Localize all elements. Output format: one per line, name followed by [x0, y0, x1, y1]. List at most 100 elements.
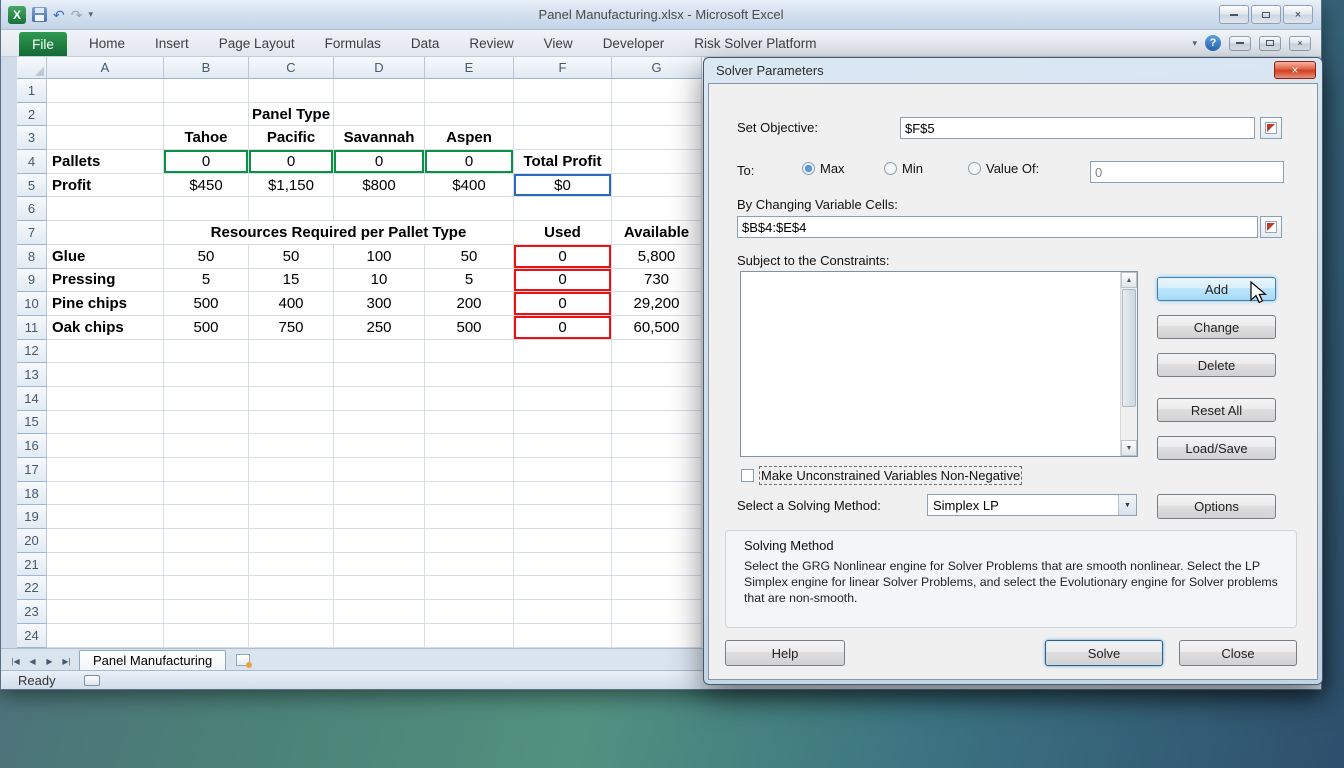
- cell-D19[interactable]: [334, 505, 425, 529]
- cell-G13[interactable]: [612, 363, 702, 387]
- objective-range-selector-icon[interactable]: [1260, 117, 1282, 139]
- value-of-input[interactable]: [1090, 161, 1284, 183]
- cell-A16[interactable]: [47, 434, 164, 458]
- cell-E8[interactable]: 50: [425, 245, 514, 269]
- cell-B2[interactable]: [164, 103, 249, 127]
- cell-A24[interactable]: [47, 624, 164, 648]
- row-header-11[interactable]: 11: [17, 316, 47, 340]
- cell-C5[interactable]: $1,150: [249, 174, 334, 198]
- scroll-thumb[interactable]: [1122, 289, 1136, 407]
- cell-B15[interactable]: [164, 411, 249, 435]
- cell-D10[interactable]: 300: [334, 292, 425, 316]
- cell-G20[interactable]: [612, 529, 702, 553]
- cell-F8[interactable]: 0: [514, 245, 612, 269]
- cell-A9[interactable]: Pressing: [47, 269, 164, 293]
- value-of-radio[interactable]: Value Of:: [968, 161, 1039, 176]
- cell-F18[interactable]: [514, 482, 612, 506]
- changing-cells-range-selector-icon[interactable]: [1260, 216, 1282, 238]
- delete-button[interactable]: Delete: [1157, 353, 1276, 377]
- cell-C14[interactable]: [249, 387, 334, 411]
- cell-C15[interactable]: [249, 411, 334, 435]
- cell-D8[interactable]: 100: [334, 245, 425, 269]
- cell-D2[interactable]: [334, 103, 425, 127]
- cell-G7[interactable]: Available: [612, 221, 702, 245]
- min-radio[interactable]: Min: [884, 161, 923, 176]
- cell-C9[interactable]: 15: [249, 269, 334, 293]
- cell-B10[interactable]: 500: [164, 292, 249, 316]
- cell-E23[interactable]: [425, 600, 514, 624]
- cell-A8[interactable]: Glue: [47, 245, 164, 269]
- cell-F15[interactable]: [514, 411, 612, 435]
- cell-G9[interactable]: 730: [612, 269, 702, 293]
- cell-F14[interactable]: [514, 387, 612, 411]
- ribbon-tab-view[interactable]: View: [544, 36, 573, 51]
- cell-A7[interactable]: [47, 221, 164, 245]
- cell-F4[interactable]: Total Profit: [514, 150, 612, 174]
- cell-F23[interactable]: [514, 600, 612, 624]
- cell-E5[interactable]: $400: [425, 174, 514, 198]
- cell-E13[interactable]: [425, 363, 514, 387]
- row-header-2[interactable]: 2: [17, 103, 47, 127]
- row-header-22[interactable]: 22: [17, 576, 47, 600]
- constraints-scrollbar[interactable]: ▲ ▼: [1120, 272, 1137, 456]
- objective-input[interactable]: [900, 117, 1255, 139]
- change-button[interactable]: Change: [1157, 315, 1276, 339]
- cell-G23[interactable]: [612, 600, 702, 624]
- ribbon-tab-formulas[interactable]: Formulas: [325, 36, 381, 51]
- cell-F20[interactable]: [514, 529, 612, 553]
- cell-G1[interactable]: [612, 79, 702, 103]
- cell-G2[interactable]: [612, 103, 702, 127]
- row-header-14[interactable]: 14: [17, 387, 47, 411]
- cell-C13[interactable]: [249, 363, 334, 387]
- cell-G8[interactable]: 5,800: [612, 245, 702, 269]
- column-header-A[interactable]: A: [47, 57, 164, 79]
- cell-F13[interactable]: [514, 363, 612, 387]
- cell-A6[interactable]: [47, 197, 164, 221]
- row-header-3[interactable]: 3: [17, 126, 47, 150]
- cell-G11[interactable]: 60,500: [612, 316, 702, 340]
- cell-E19[interactable]: [425, 505, 514, 529]
- cell-C19[interactable]: [249, 505, 334, 529]
- cell-D20[interactable]: [334, 529, 425, 553]
- cell-C11[interactable]: 750: [249, 316, 334, 340]
- redo-icon[interactable]: ↷: [71, 8, 83, 22]
- cell-F17[interactable]: [514, 458, 612, 482]
- cell-B24[interactable]: [164, 624, 249, 648]
- row-header-7[interactable]: 7: [17, 221, 47, 245]
- column-header-G[interactable]: G: [612, 57, 702, 79]
- cell-D11[interactable]: 250: [334, 316, 425, 340]
- load-save-button[interactable]: Load/Save: [1157, 436, 1276, 460]
- cell-D18[interactable]: [334, 482, 425, 506]
- cell-D5[interactable]: $800: [334, 174, 425, 198]
- cell-E10[interactable]: 200: [425, 292, 514, 316]
- cell-E15[interactable]: [425, 411, 514, 435]
- workbook-minimize-button[interactable]: [1229, 36, 1251, 51]
- cell-B12[interactable]: [164, 340, 249, 364]
- qat-dropdown-icon[interactable]: ▾: [88, 10, 93, 19]
- cell-C6[interactable]: [249, 197, 334, 221]
- cell-D21[interactable]: [334, 553, 425, 577]
- cell-F19[interactable]: [514, 505, 612, 529]
- undo-icon[interactable]: ↶: [53, 8, 65, 22]
- cell-F21[interactable]: [514, 553, 612, 577]
- cell-A10[interactable]: Pine chips: [47, 292, 164, 316]
- cell-E12[interactable]: [425, 340, 514, 364]
- cell-E9[interactable]: 5: [425, 269, 514, 293]
- cell-B1[interactable]: [164, 79, 249, 103]
- scroll-down-icon[interactable]: ▼: [1121, 440, 1137, 456]
- cell-G15[interactable]: [612, 411, 702, 435]
- cell-G22[interactable]: [612, 576, 702, 600]
- save-icon[interactable]: [32, 7, 47, 22]
- cell-A21[interactable]: [47, 553, 164, 577]
- cell-B22[interactable]: [164, 576, 249, 600]
- row-header-15[interactable]: 15: [17, 411, 47, 435]
- cell-F6[interactable]: [514, 197, 612, 221]
- cell-G3[interactable]: [612, 126, 702, 150]
- cell-E18[interactable]: [425, 482, 514, 506]
- column-header-D[interactable]: D: [334, 57, 425, 79]
- cell-C23[interactable]: [249, 600, 334, 624]
- cell-F12[interactable]: [514, 340, 612, 364]
- cell-G16[interactable]: [612, 434, 702, 458]
- dialog-close-button[interactable]: ×: [1274, 61, 1316, 79]
- row-header-16[interactable]: 16: [17, 434, 47, 458]
